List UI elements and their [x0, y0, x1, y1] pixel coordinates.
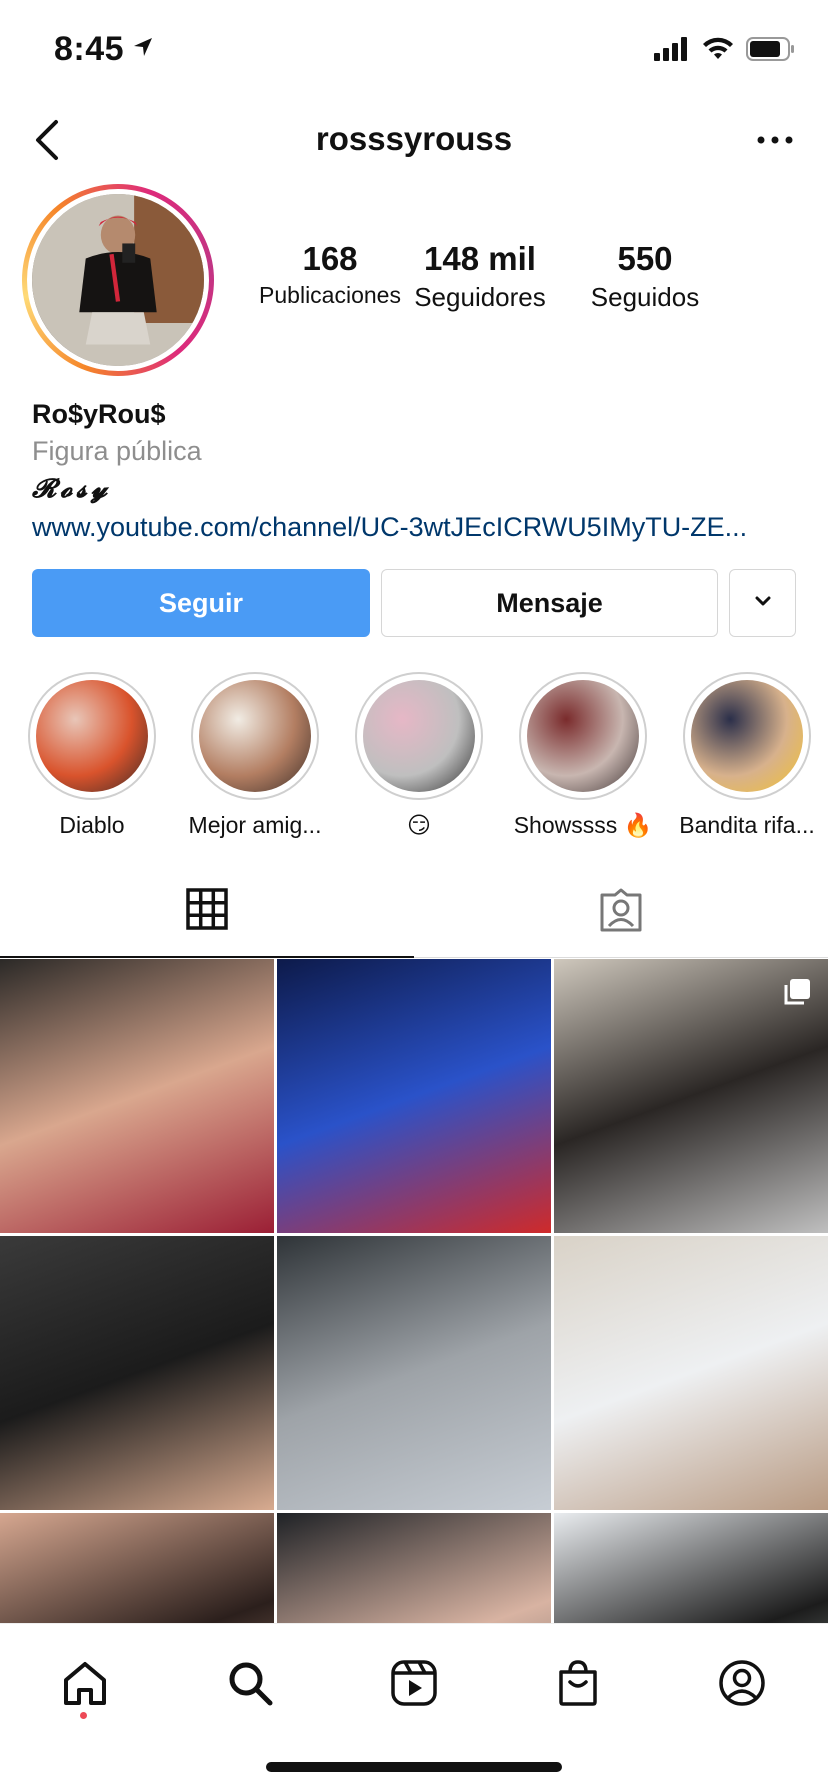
- wifi-icon: [702, 37, 734, 66]
- post-thumbnail[interactable]: [554, 1236, 828, 1510]
- avatar-photo: [32, 194, 204, 366]
- highlight-label: Mejor amig...: [188, 812, 322, 838]
- chevron-down-icon: [753, 594, 773, 613]
- highlight-label: Bandita rifa...: [679, 812, 815, 838]
- location-arrow-icon: [132, 36, 154, 63]
- profile-stats: 168 Publicaciones 148 mil Seguidores 550…: [240, 240, 810, 320]
- search-icon: [225, 1658, 275, 1713]
- home-indicator: [266, 1762, 562, 1772]
- profile-link[interactable]: www.youtube.com/channel/UC-3wtJEcICRWU5I…: [32, 508, 800, 546]
- highlight-cover: [199, 680, 311, 792]
- post-thumbnail[interactable]: [554, 959, 828, 1233]
- post-thumbnail[interactable]: [0, 1513, 274, 1623]
- profile-category: Figura pública: [32, 436, 202, 466]
- shop-tab[interactable]: [543, 1650, 613, 1720]
- profile-header: rosssyrouss: [0, 100, 828, 180]
- story-highlight[interactable]: Mejor amig...: [175, 672, 335, 839]
- highlight-ring: [355, 672, 483, 800]
- post-thumbnail[interactable]: [277, 1513, 551, 1623]
- bottom-tab-bar: [0, 1623, 828, 1792]
- highlight-label: Showssss 🔥: [513, 812, 653, 838]
- story-highlights: Diablo Mejor amig... 😏 Showssss 🔥 Bandita ri…: [0, 672, 828, 842]
- profile-actions: Seguir Mensaje: [32, 569, 796, 637]
- highlight-cover: [527, 680, 639, 792]
- following-count-value: 550: [617, 240, 673, 277]
- story-highlight[interactable]: 😏: [339, 672, 499, 839]
- following-count[interactable]: 550 Seguidos: [570, 240, 720, 313]
- status-indicators: [654, 36, 796, 67]
- profile-username: rosssyrouss: [315, 120, 513, 157]
- reels-icon: [389, 1658, 439, 1713]
- followers-count-value: 148 mil: [424, 240, 536, 277]
- highlight-cover: [691, 680, 803, 792]
- profile-bio: Ro$yRou$ Figura pública 𝓡𝓸𝓼𝔂 www.youtube…: [32, 396, 812, 546]
- home-icon: [60, 1658, 110, 1713]
- display-name: Ro$yRou$: [32, 399, 166, 429]
- home-notification-dot: [80, 1712, 87, 1719]
- highlight-ring: [191, 672, 319, 800]
- tab-posts-grid[interactable]: [0, 866, 414, 958]
- profile-tabs: [0, 866, 828, 958]
- more-options-button[interactable]: [750, 120, 800, 160]
- highlight-label: Diablo: [59, 812, 125, 838]
- reels-tab[interactable]: [379, 1650, 449, 1720]
- highlight-cover: [36, 680, 148, 792]
- highlight-ring: [28, 672, 156, 800]
- posts-count-label: Publicaciones: [259, 282, 401, 308]
- following-count-label: Seguidos: [590, 282, 700, 312]
- story-highlight[interactable]: Showssss 🔥: [503, 672, 663, 839]
- followers-count-label: Seguidores: [414, 282, 546, 312]
- status-time: 8:45: [54, 30, 125, 68]
- profile-avatar[interactable]: [22, 184, 214, 376]
- highlight-ring: [519, 672, 647, 800]
- story-highlight[interactable]: Bandita rifa...: [667, 672, 827, 839]
- followers-count[interactable]: 148 mil Seguidores: [400, 240, 560, 313]
- tab-tagged[interactable]: [414, 866, 828, 958]
- highlight-ring: [683, 672, 811, 800]
- status-bar: 8:45: [0, 0, 828, 100]
- post-thumbnail[interactable]: [554, 1513, 828, 1623]
- carousel-icon: [782, 977, 812, 1007]
- highlight-label: 😏: [407, 812, 431, 838]
- bio-text: 𝓡𝓸𝓼𝔂: [32, 474, 112, 504]
- follow-button[interactable]: Seguir: [32, 569, 370, 637]
- post-thumbnail[interactable]: [0, 959, 274, 1233]
- signal-icon: [654, 37, 690, 66]
- highlight-cover: [363, 680, 475, 792]
- suggested-accounts-button[interactable]: [729, 569, 796, 637]
- search-tab[interactable]: [215, 1650, 285, 1720]
- post-thumbnail[interactable]: [277, 1236, 551, 1510]
- tagged-person-icon: [598, 887, 644, 938]
- message-button[interactable]: Mensaje: [381, 569, 718, 637]
- profile-tab[interactable]: [707, 1650, 777, 1720]
- posts-count-value: 168: [302, 240, 358, 277]
- profile-icon: [717, 1658, 767, 1713]
- home-tab[interactable]: [50, 1650, 120, 1720]
- post-thumbnail[interactable]: [0, 1236, 274, 1510]
- shopping-bag-icon: [553, 1658, 603, 1713]
- posts-count[interactable]: 168 Publicaciones: [240, 240, 420, 309]
- posts-grid: [0, 959, 828, 1623]
- story-highlight[interactable]: Diablo: [12, 672, 172, 839]
- post-thumbnail[interactable]: [277, 959, 551, 1233]
- grid-icon: [186, 887, 228, 935]
- battery-icon: [746, 36, 796, 67]
